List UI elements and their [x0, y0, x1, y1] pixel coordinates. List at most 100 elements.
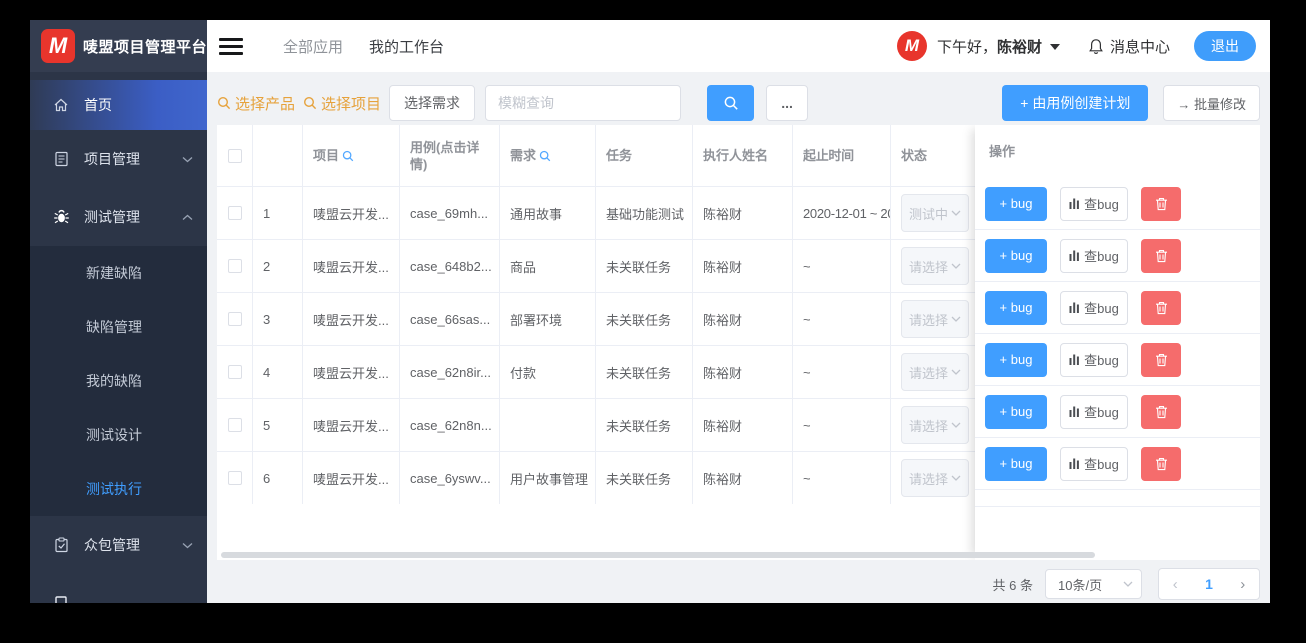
nav-all-apps[interactable]: 全部应用 — [283, 36, 343, 57]
view-bug-button[interactable]: 查bug — [1060, 342, 1128, 377]
page-size-select[interactable]: 10条/页 — [1045, 569, 1142, 599]
operations-panel: 操作 + bug 查bug + bug 查bug + bug 查bug + bu… — [975, 125, 1260, 560]
select-product-link[interactable]: 选择产品 — [217, 93, 295, 114]
row-checkbox[interactable] — [227, 312, 242, 326]
fuzzy-search-input[interactable] — [485, 85, 682, 121]
row-checkbox[interactable] — [227, 418, 242, 432]
add-bug-button[interactable]: + bug — [985, 394, 1047, 429]
cell-requirement: 商品 — [500, 240, 596, 292]
sidebar-item-partial[interactable] — [30, 574, 207, 603]
total-count: 共 6 条 — [992, 577, 1033, 593]
more-filters-button[interactable]: ... — [766, 85, 809, 121]
cell-case[interactable]: case_66sas... — [400, 293, 500, 345]
cell-case[interactable]: case_69mh... — [400, 187, 500, 239]
delete-button[interactable] — [1141, 238, 1181, 273]
sidebar-subitem-my-defects[interactable]: 我的缺陷 — [30, 354, 207, 408]
trash-icon — [1155, 353, 1167, 366]
select-project-link[interactable]: 选择项目 — [303, 93, 381, 114]
cell-index: 3 — [253, 293, 303, 345]
view-bug-button[interactable]: 查bug — [1060, 446, 1128, 481]
logout-button[interactable]: 退出 — [1194, 31, 1256, 61]
cell-case[interactable]: case_6yswv... — [400, 452, 500, 504]
delete-button[interactable] — [1141, 290, 1181, 325]
status-select[interactable]: 测试中 — [901, 194, 969, 232]
status-select[interactable]: 请选择 — [901, 459, 969, 497]
cell-index: 6 — [253, 452, 303, 504]
add-bug-button[interactable]: + bug — [985, 186, 1047, 221]
cell-executor: 陈裕财 — [693, 293, 793, 345]
partial-icon — [52, 595, 70, 603]
row-checkbox[interactable] — [227, 206, 242, 220]
cell-case[interactable]: case_62n8ir... — [400, 346, 500, 398]
row-checkbox[interactable] — [227, 259, 242, 273]
cell-case[interactable]: case_648b2... — [400, 240, 500, 292]
cell-project: 唛盟云开发... — [303, 399, 400, 451]
menu-toggle-icon[interactable] — [219, 37, 243, 55]
cell-dates: ~ — [793, 399, 891, 451]
select-project-label: 选择项目 — [321, 95, 382, 113]
row-checkbox[interactable] — [227, 365, 242, 379]
add-bug-button[interactable]: + bug — [985, 342, 1047, 377]
user-greeting[interactable]: 下午好，陈裕财 — [937, 36, 1042, 57]
prev-page-button[interactable]: ‹ — [1173, 576, 1178, 593]
delete-button[interactable] — [1141, 394, 1181, 429]
delete-button[interactable] — [1141, 342, 1181, 377]
batch-edit-button[interactable]: → 批量修改 — [1163, 85, 1260, 121]
add-bug-button[interactable]: + bug — [985, 290, 1047, 325]
status-select[interactable]: 请选择 — [901, 300, 969, 338]
sidebar-subitem-test-execution[interactable]: 测试执行 — [30, 462, 207, 516]
select-requirement-button[interactable]: 选择需求 — [389, 85, 476, 121]
delete-button[interactable] — [1141, 186, 1181, 221]
view-bug-button[interactable]: 查bug — [1060, 186, 1128, 221]
chevron-down-icon — [951, 316, 961, 322]
select-all-checkbox[interactable] — [227, 148, 242, 163]
cell-project: 唛盟云开发... — [303, 452, 400, 504]
header-project: 项目 — [303, 125, 400, 186]
sidebar-item-test-mgmt[interactable]: 测试管理 — [30, 188, 207, 246]
sidebar-item-home[interactable]: 首页 — [30, 80, 207, 130]
cell-case[interactable]: case_62n8n... — [400, 399, 500, 451]
sidebar-subitem-defect-mgmt[interactable]: 缺陷管理 — [30, 300, 207, 354]
search-button[interactable] — [707, 85, 755, 121]
add-bug-button[interactable]: + bug — [985, 238, 1047, 273]
sidebar-subitem-new-defect[interactable]: 新建缺陷 — [30, 246, 207, 300]
cell-index: 5 — [253, 399, 303, 451]
horizontal-scrollbar[interactable] — [221, 552, 1095, 558]
search-icon[interactable] — [539, 150, 551, 162]
user-avatar[interactable]: M — [896, 31, 927, 61]
add-bug-button[interactable]: + bug — [985, 446, 1047, 481]
status-select[interactable]: 请选择 — [901, 353, 969, 391]
bug-icon — [52, 209, 70, 225]
user-dropdown-caret-icon[interactable] — [1049, 44, 1060, 50]
greeting-text: 下午好， — [936, 38, 997, 56]
row-checkbox[interactable] — [227, 471, 242, 485]
status-select[interactable]: 请选择 — [901, 406, 969, 444]
search-icon[interactable] — [342, 150, 354, 162]
create-plan-from-case-button[interactable]: + 由用例创建计划 — [1002, 85, 1149, 121]
sidebar-item-label: 项目管理 — [84, 151, 140, 167]
view-bug-button[interactable]: 查bug — [1060, 238, 1128, 273]
header-dates: 起止时间 — [793, 125, 891, 186]
row-actions: + bug 查bug — [975, 334, 1260, 386]
chevron-down-icon — [951, 210, 961, 216]
status-value: 请选择 — [909, 471, 949, 487]
cell-executor: 陈裕财 — [693, 187, 793, 239]
delete-button[interactable] — [1141, 446, 1181, 481]
cell-project: 唛盟云开发... — [303, 240, 400, 292]
sidebar-subitem-test-design[interactable]: 测试设计 — [30, 408, 207, 462]
sidebar-item-project-mgmt[interactable]: 项目管理 — [30, 130, 207, 188]
main-area: 全部应用 我的工作台 M 下午好，陈裕财 消息中心 退出 选择产品 选择项目 选… — [207, 20, 1270, 603]
message-center-label: 消息中心 — [1109, 38, 1170, 56]
cell-task: 未关联任务 — [596, 293, 693, 345]
bar-chart-icon — [1069, 458, 1080, 469]
view-bug-button[interactable]: 查bug — [1060, 290, 1128, 325]
sidebar-item-crowdsourcing[interactable]: 众包管理 — [30, 516, 207, 574]
status-value: 请选择 — [909, 312, 949, 328]
next-page-button[interactable]: › — [1240, 576, 1245, 593]
nav-my-workbench[interactable]: 我的工作台 — [369, 36, 444, 57]
view-bug-button[interactable]: 查bug — [1060, 394, 1128, 429]
current-page[interactable]: 1 — [1205, 576, 1213, 592]
message-center-link[interactable]: 消息中心 — [1088, 36, 1170, 57]
cell-requirement: 通用故事 — [500, 187, 596, 239]
status-select[interactable]: 请选择 — [901, 247, 969, 285]
